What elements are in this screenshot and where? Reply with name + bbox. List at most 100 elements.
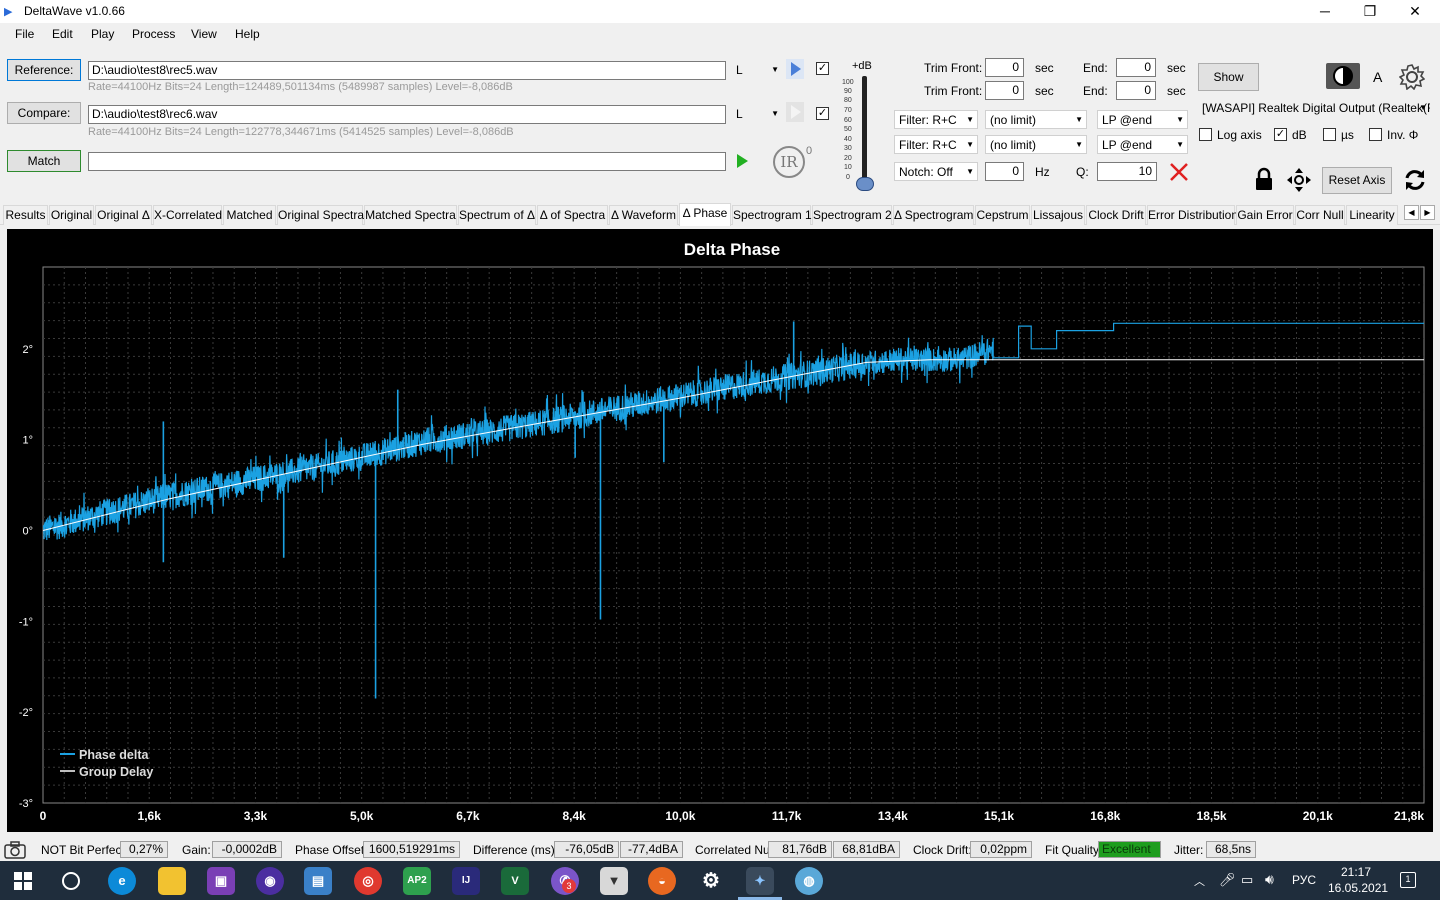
clock-date[interactable]: 16.05.2021 bbox=[1328, 881, 1388, 895]
ap2-icon[interactable]: AP2 bbox=[403, 867, 431, 895]
filter-type-select-1[interactable]: Filter: R+C ▼ bbox=[894, 110, 978, 129]
filter-limit-select-2[interactable]: (no limit) ▼ bbox=[985, 135, 1087, 154]
start-button[interactable] bbox=[14, 872, 32, 890]
refresh-button[interactable] bbox=[1402, 167, 1428, 193]
tab-spectrogram-2[interactable]: Spectrogram 2 bbox=[812, 205, 892, 225]
microphone-icon[interactable]: 🎤︎ bbox=[1219, 872, 1236, 888]
match-button[interactable]: Match bbox=[7, 150, 81, 172]
network-icon[interactable]: ▭ bbox=[1241, 872, 1253, 888]
notch-select[interactable]: Notch: Off ▼ bbox=[894, 162, 978, 181]
a-weighting-label[interactable]: A bbox=[1373, 69, 1382, 85]
paint-app-icon[interactable]: ◍ bbox=[795, 867, 823, 895]
edge-icon[interactable]: e bbox=[108, 867, 136, 895]
tab-results[interactable]: Results bbox=[3, 205, 48, 225]
jetbrains-icon[interactable]: IJ bbox=[452, 867, 480, 895]
tab-gain-error[interactable]: Gain Error bbox=[1236, 205, 1294, 225]
reference-button[interactable]: Reference: bbox=[7, 59, 81, 81]
play-match-button[interactable] bbox=[733, 150, 751, 172]
visualgdb-icon[interactable]: V bbox=[501, 867, 529, 895]
delta-phase-chart[interactable]: Delta Phase 2° 1° 0° -1° -2° -3° 0 1,6k 3,3k 5,0… bbox=[7, 229, 1433, 832]
menu-edit[interactable]: Edit bbox=[52, 27, 73, 41]
tab-delta-phase[interactable]: Δ Phase bbox=[679, 203, 731, 226]
menu-view[interactable]: View bbox=[191, 27, 217, 41]
play-compare-button[interactable] bbox=[786, 102, 804, 122]
tab-delta-of-spectra[interactable]: Δ of Spectra bbox=[537, 205, 608, 225]
trim-front-input-1[interactable]: 0 bbox=[985, 58, 1024, 77]
files-app-icon[interactable]: ▤ bbox=[304, 867, 332, 895]
play-reference-button[interactable] bbox=[786, 59, 804, 79]
reference-path-input[interactable]: D:\audio\test8\rec5.wav bbox=[88, 61, 726, 80]
speaker-icon[interactable]: 🔊︎ bbox=[1265, 871, 1274, 888]
filter-type-select-2[interactable]: Filter: R+C ▼ bbox=[894, 135, 978, 154]
fox-app-icon[interactable]: ▼ bbox=[600, 867, 628, 895]
reference-channel-select[interactable]: L ▼ bbox=[732, 61, 782, 80]
compare-button[interactable]: Compare: bbox=[7, 102, 81, 124]
trim-end-input-2[interactable]: 0 bbox=[1116, 81, 1156, 100]
tray-chevron-up-icon[interactable]: ︿ bbox=[1194, 873, 1205, 889]
log-axis-checkbox[interactable] bbox=[1199, 128, 1212, 141]
compare-enable-checkbox[interactable]: ✓ bbox=[816, 107, 829, 120]
db-checkbox[interactable]: ✓ bbox=[1274, 128, 1287, 141]
microseconds-checkbox[interactable] bbox=[1323, 128, 1336, 141]
search-icon[interactable] bbox=[62, 872, 80, 890]
filter-lp-select-2[interactable]: LP @end ▼ bbox=[1097, 135, 1188, 154]
tab-x-correlated[interactable]: X-Correlated bbox=[153, 205, 222, 225]
tab-scroll-right-button[interactable]: ▶ bbox=[1420, 205, 1435, 220]
reset-axis-button[interactable]: Reset Axis bbox=[1322, 167, 1392, 194]
tab-matched-spectra[interactable]: Matched Spectra bbox=[364, 205, 457, 225]
orange-app-icon[interactable]: ◒ bbox=[648, 867, 676, 895]
filter-limit-select-1[interactable]: (no limit) ▼ bbox=[985, 110, 1087, 129]
trim-front-input-2[interactable]: 0 bbox=[985, 81, 1024, 100]
tab-original[interactable]: Original bbox=[49, 205, 94, 225]
menu-help[interactable]: Help bbox=[235, 27, 260, 41]
tab-spectrogram-1[interactable]: Spectrogram 1 bbox=[732, 205, 812, 225]
tab-corr-null[interactable]: Corr Null bbox=[1295, 205, 1345, 225]
file-explorer-icon[interactable] bbox=[158, 867, 186, 895]
notifications-icon[interactable]: 1 bbox=[1400, 872, 1416, 888]
language-indicator[interactable]: РУС bbox=[1292, 873, 1316, 887]
tab-lissajous[interactable]: Lissajous bbox=[1031, 205, 1085, 225]
menu-file[interactable]: File bbox=[15, 27, 34, 41]
screenshot-button[interactable] bbox=[4, 840, 26, 860]
compare-channel-select[interactable]: L ▼ bbox=[732, 105, 782, 124]
show-button[interactable]: Show bbox=[1198, 63, 1259, 91]
clock-time[interactable]: 21:17 bbox=[1341, 865, 1371, 879]
tab-error-distribution[interactable]: Error Distribution bbox=[1147, 205, 1238, 225]
output-device-select[interactable]: [WASAPI] Realtek Digital Output (Realtek… bbox=[1198, 99, 1430, 118]
tab-original-delta[interactable]: Original Δ bbox=[95, 205, 152, 225]
clear-filters-button[interactable] bbox=[1168, 161, 1190, 183]
volume-slider-track[interactable] bbox=[862, 76, 867, 184]
menu-play[interactable]: Play bbox=[91, 27, 114, 41]
tab-linearity[interactable]: Linearity bbox=[1346, 205, 1398, 225]
tab-cepstrum[interactable]: Cepstrum bbox=[975, 205, 1030, 225]
volume-slider-thumb[interactable] bbox=[856, 177, 874, 191]
save-app-icon[interactable]: ▣ bbox=[207, 867, 235, 895]
notch-q-input[interactable]: 10 bbox=[1097, 162, 1157, 181]
theme-toggle-button[interactable] bbox=[1326, 63, 1360, 89]
filter-lp-select-1[interactable]: LP @end ▼ bbox=[1097, 110, 1188, 129]
tab-delta-waveform[interactable]: Δ Waveform bbox=[609, 205, 678, 225]
deltawave-taskbar-icon[interactable]: ✦ bbox=[746, 867, 774, 895]
settings-app-icon[interactable]: ⚙ bbox=[697, 867, 725, 895]
lock-button[interactable] bbox=[1253, 167, 1275, 191]
reference-enable-checkbox[interactable]: ✓ bbox=[816, 62, 829, 75]
tab-original-spectra[interactable]: Original Spectra bbox=[277, 205, 364, 225]
ir-button[interactable]: IR bbox=[773, 146, 805, 178]
invert-phase-checkbox[interactable] bbox=[1369, 128, 1382, 141]
compare-path-input[interactable]: D:\audio\test8\rec6.wav bbox=[88, 105, 726, 124]
pan-button[interactable] bbox=[1286, 167, 1312, 193]
tab-scroll-left-button[interactable]: ◀ bbox=[1404, 205, 1419, 220]
minimize-button[interactable]: ─ bbox=[1302, 0, 1348, 23]
tab-spectrum-of-delta[interactable]: Spectrum of Δ bbox=[458, 205, 536, 225]
close-button[interactable]: ✕ bbox=[1392, 0, 1438, 23]
tab-delta-spectrogram[interactable]: Δ Spectrogram bbox=[893, 205, 974, 225]
tab-matched[interactable]: Matched bbox=[223, 205, 276, 225]
trim-end-input-1[interactable]: 0 bbox=[1116, 58, 1156, 77]
notch-hz-input[interactable]: 0 bbox=[985, 162, 1024, 181]
restore-button[interactable]: ❐ bbox=[1347, 0, 1393, 23]
chrome-icon[interactable]: ◎ bbox=[354, 867, 382, 895]
menu-process[interactable]: Process bbox=[132, 27, 175, 41]
tab-clock-drift[interactable]: Clock Drift bbox=[1086, 205, 1146, 225]
audacity-icon[interactable]: ◉ bbox=[256, 867, 284, 895]
settings-button[interactable] bbox=[1398, 64, 1426, 91]
